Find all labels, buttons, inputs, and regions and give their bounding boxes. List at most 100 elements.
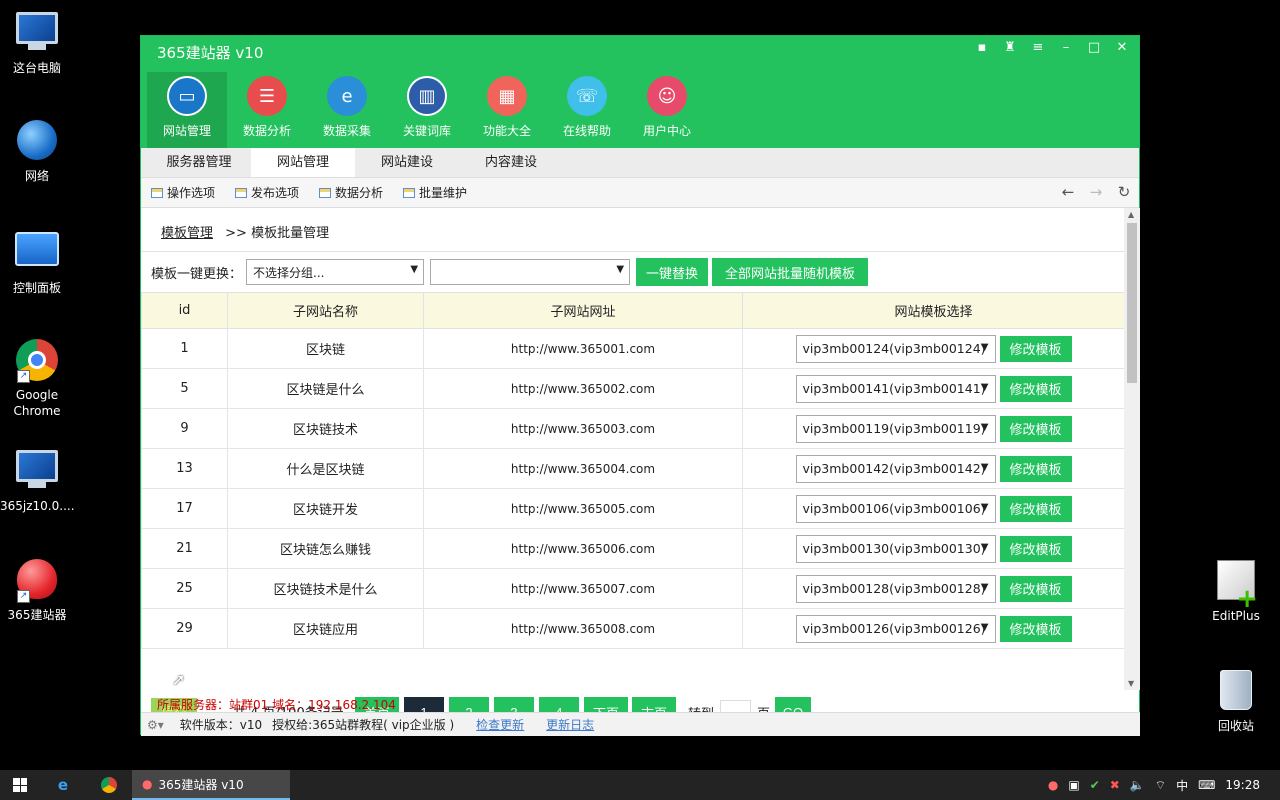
- keyboard-icon[interactable]: ⌨: [1198, 778, 1215, 792]
- modify-template-button[interactable]: 修改模板: [999, 375, 1072, 402]
- template-dropdown[interactable]: vip3mb00130(vip3mb00130) ▼: [795, 534, 996, 563]
- clock[interactable]: 19:28: [1225, 778, 1260, 792]
- back-arrow-icon[interactable]: ←: [1059, 183, 1077, 201]
- changelog-link[interactable]: 更新日志: [546, 716, 594, 733]
- toolbar-batch-maintenance[interactable]: 批量维护: [403, 184, 467, 201]
- nav-item-user-center[interactable]: ☺ 用户中心: [627, 72, 707, 148]
- modify-template-button[interactable]: 修改模板: [999, 575, 1072, 602]
- tab-site-building[interactable]: 网站建设: [355, 148, 459, 177]
- desktop-icon-network[interactable]: 网络: [0, 118, 74, 184]
- modify-template-button[interactable]: 修改模板: [999, 415, 1072, 442]
- chrome-taskbar-icon[interactable]: [86, 770, 132, 800]
- editplus-icon: [1214, 560, 1258, 607]
- toolbar-publish-options[interactable]: 发布选项: [235, 184, 299, 201]
- cell-template: vip3mb00130(vip3mb00130) ▼ 修改模板: [742, 528, 1124, 569]
- taskbar: e ● 365建站器 v10 ● ▣ ✔ ✖ 🔈 ⌔ 中 ⌨ 19:28: [0, 770, 1280, 800]
- nav-item-functions[interactable]: ▦ 功能大全: [467, 72, 547, 148]
- scroll-thumb[interactable]: [1127, 223, 1137, 383]
- desktop-icon-recycle-bin[interactable]: 回收站: [1199, 668, 1273, 734]
- scroll-down-icon[interactable]: ▼: [1128, 679, 1134, 688]
- nav-item-keyword-library[interactable]: ▥ 关键词库: [387, 72, 467, 148]
- desktop-icon-editplus[interactable]: EditPlus: [1199, 558, 1273, 624]
- desktop-icon-label: 365建站器: [7, 608, 67, 622]
- title-bar: 365建站器 v10 ▪ ♜ ≡ – □ ✕ ▭ 网站管理 ☰ 数据分析 e 数…: [141, 36, 1139, 148]
- modify-template-button[interactable]: 修改模板: [999, 335, 1072, 362]
- window-icon: [151, 187, 163, 198]
- wifi-icon[interactable]: ⌔: [1155, 778, 1166, 793]
- cell-site-name: 区块链是什么: [227, 368, 424, 409]
- cell-id: 13: [141, 448, 228, 489]
- desktop-icon-computer[interactable]: 这台电脑: [0, 8, 74, 76]
- forward-arrow-icon[interactable]: →: [1087, 183, 1105, 201]
- check-update-link[interactable]: 检查更新: [476, 716, 524, 733]
- maximize-button[interactable]: □: [1087, 40, 1101, 55]
- modify-template-button[interactable]: 修改模板: [999, 535, 1072, 562]
- ie-icon[interactable]: e: [40, 770, 86, 800]
- tab-site-management[interactable]: 网站管理: [251, 148, 355, 177]
- start-button[interactable]: [0, 770, 40, 800]
- refresh-icon[interactable]: ↻: [1115, 183, 1133, 201]
- close-button[interactable]: ✕: [1115, 40, 1129, 55]
- minimize-button[interactable]: –: [1059, 40, 1073, 55]
- security-tray-icon[interactable]: ✔: [1090, 778, 1100, 792]
- tray-icon[interactable]: ▣: [1068, 778, 1079, 792]
- scroll-up-icon[interactable]: ▲: [1128, 210, 1134, 219]
- window-icon: [235, 187, 248, 198]
- one-click-replace-button[interactable]: 一键替换: [636, 258, 709, 286]
- nav-item-online-help[interactable]: ☏ 在线帮助: [547, 72, 627, 148]
- chevron-down-icon: ▼: [980, 341, 989, 353]
- taskbar-app-365[interactable]: ● 365建站器 v10: [132, 770, 290, 800]
- group-select[interactable]: 不选择分组... ▼: [246, 259, 425, 285]
- chat-icon[interactable]: ▪: [975, 40, 989, 55]
- batch-random-template-button[interactable]: 全部网站批量随机模板: [712, 258, 869, 286]
- template-dropdown-value: vip3mb00119(vip3mb00119): [802, 421, 986, 436]
- nav-label: 关键词库: [402, 124, 451, 138]
- template-dropdown[interactable]: vip3mb00142(vip3mb00142) ▼: [795, 454, 996, 483]
- volume-icon[interactable]: 🔈: [1130, 778, 1145, 792]
- tab-server-management[interactable]: 服务器管理: [147, 148, 251, 177]
- main-nav: ▭ 网站管理 ☰ 数据分析 e 数据采集 ▥ 关键词库 ▦ 功能大全 ☏ 在线帮…: [147, 72, 707, 148]
- menu-icon[interactable]: ≡: [1031, 40, 1045, 55]
- windows-logo-icon: [13, 778, 27, 792]
- ime-indicator[interactable]: 中: [1176, 777, 1188, 794]
- cell-id: 5: [141, 368, 228, 409]
- table-row: 13 什么是区块链 http://www.365004.com vip3mb00142…: [141, 448, 1124, 489]
- group-select-value: 不选择分组...: [253, 265, 325, 280]
- template-select[interactable]: ▼: [430, 259, 631, 285]
- toolbar-operation-options[interactable]: 操作选项: [151, 184, 215, 201]
- settings-gear-icon[interactable]: ⚙▾: [147, 718, 164, 732]
- nav-item-data-analysis[interactable]: ☰ 数据分析: [227, 72, 307, 148]
- skin-icon[interactable]: ♜: [1003, 40, 1017, 55]
- app-tray-icon[interactable]: ●: [1048, 778, 1058, 792]
- desktop-icon-chrome[interactable]: ↗ Google Chrome: [0, 338, 74, 419]
- toolbar-data-analysis[interactable]: 数据分析: [319, 184, 383, 201]
- modify-template-button[interactable]: 修改模板: [999, 495, 1072, 522]
- cell-id: 29: [141, 608, 228, 649]
- desktop-icon-365[interactable]: ↗ 365建站器: [0, 556, 74, 623]
- cell-site-url: http://www.365002.com: [423, 368, 743, 409]
- template-dropdown[interactable]: vip3mb00119(vip3mb00119) ▼: [795, 414, 996, 443]
- taskbar-app-label: 365建站器 v10: [158, 777, 244, 792]
- modify-template-button[interactable]: 修改模板: [999, 455, 1072, 482]
- desktop-icon-control-panel[interactable]: 控制面板: [0, 228, 74, 296]
- nav-item-site-management[interactable]: ▭ 网站管理: [147, 72, 227, 148]
- vertical-scrollbar[interactable]: ▲ ▼: [1124, 208, 1140, 690]
- cell-site-url: http://www.365003.com: [423, 408, 743, 449]
- template-dropdown[interactable]: vip3mb00128(vip3mb00128) ▼: [795, 574, 996, 603]
- desktop-icon-installer[interactable]: 365jz10.0....: [0, 446, 75, 514]
- network-tray-icon[interactable]: ✖: [1110, 778, 1120, 792]
- template-dropdown-value: vip3mb00130(vip3mb00130): [802, 541, 986, 556]
- nav-item-data-collection[interactable]: e 数据采集: [307, 72, 387, 148]
- content-area: 模板管理 >> 模板批量管理 模板一键更换： 不选择分组... ▼ ▼ 一键替换…: [141, 208, 1124, 690]
- nav-label: 用户中心: [642, 124, 691, 138]
- breadcrumb-template-management[interactable]: 模板管理: [161, 226, 213, 241]
- template-dropdown[interactable]: vip3mb00124(vip3mb00124) ▼: [795, 334, 996, 363]
- template-dropdown[interactable]: vip3mb00141(vip3mb00141) ▼: [795, 374, 996, 403]
- modify-template-button[interactable]: 修改模板: [999, 615, 1072, 642]
- license-text: 授权给:365站群教程( vip企业版 ): [272, 718, 455, 732]
- window-icon: [319, 187, 332, 198]
- template-dropdown[interactable]: vip3mb00106(vip3mb00106) ▼: [795, 494, 996, 523]
- template-dropdown[interactable]: vip3mb00126(vip3mb00126) ▼: [795, 614, 996, 643]
- table-row: 29 区块链应用 http://www.365008.com vip3mb00126(…: [141, 608, 1124, 649]
- tab-content-building[interactable]: 内容建设: [459, 148, 563, 177]
